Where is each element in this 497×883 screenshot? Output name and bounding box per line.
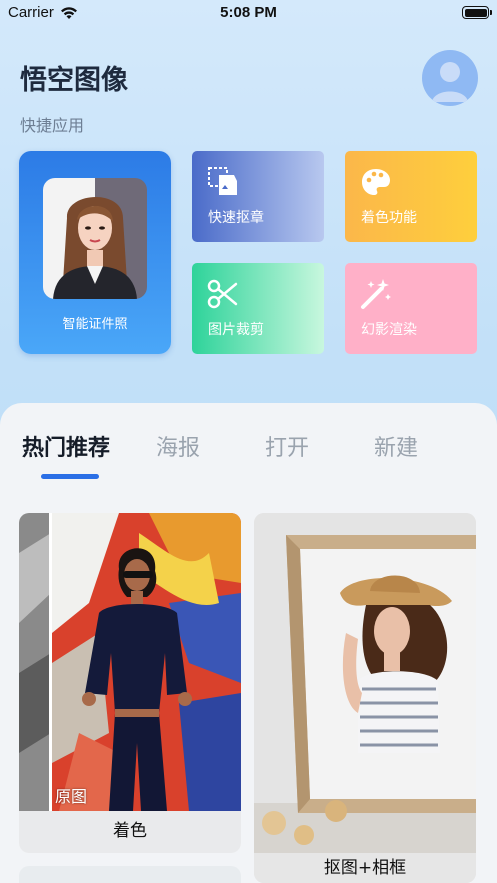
tab-indicator [41,474,99,479]
cutout-frame-example-image [254,513,476,853]
palette-icon [362,169,390,195]
cutout-label: 快速抠章 [208,210,264,226]
cutout-icon [208,167,237,195]
cutout-frame-card-caption: 抠图+相框 [254,853,476,883]
colorize-label: 着色功能 [361,210,417,226]
status-bar: Carrier 5:08 PM [0,0,497,26]
id-photo-sample-image [43,178,147,299]
tab-hot-recommend[interactable]: 热门推荐 [22,430,110,462]
colorize-card-caption: 着色 [19,811,241,853]
colorize-tool-button[interactable]: 着色功能 [345,151,477,242]
render-label: 幻影渲染 [361,322,417,338]
render-tool-button[interactable]: 幻影渲染 [345,263,477,354]
user-avatar-icon [432,62,468,102]
tab-new[interactable]: 新建 [374,430,418,462]
colorize-example-image [19,513,241,811]
next-example-card[interactable] [19,866,241,883]
user-avatar-button[interactable] [422,50,478,106]
section-label-quick-apps: 快捷应用 [20,116,85,135]
battery-icon [462,6,492,19]
tab-poster[interactable]: 海报 [156,430,200,462]
original-tag: 原图 [55,787,88,806]
colorize-example-card[interactable]: 原图 着色 [19,513,241,853]
crop-tool-button[interactable]: 图片裁剪 [192,263,324,354]
app-title: 悟空图像 [20,65,128,96]
cutout-tool-button[interactable]: 快速抠章 [192,151,324,242]
id-photo-card[interactable]: 智能证件照 [19,151,171,354]
id-photo-label: 智能证件照 [62,317,128,332]
clock: 5:08 PM [220,4,277,21]
crop-label: 图片裁剪 [208,322,264,338]
scissors-icon [207,279,238,309]
tab-open[interactable]: 打开 [265,430,309,462]
cutout-frame-example-card[interactable]: 抠图+相框 [254,513,476,883]
magic-wand-icon [361,279,391,309]
